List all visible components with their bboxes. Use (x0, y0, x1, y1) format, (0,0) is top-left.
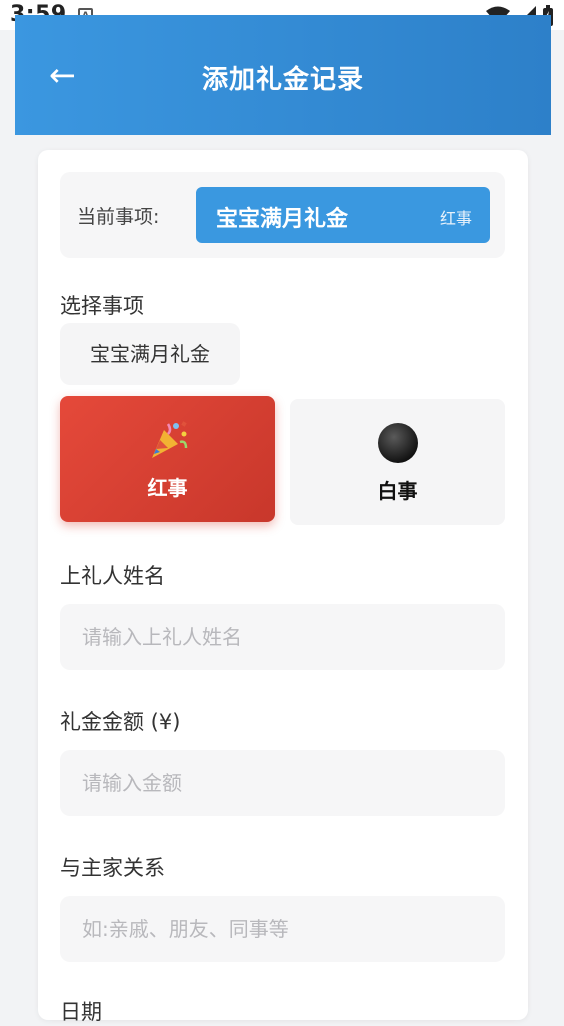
current-event-tag: 红事 (439, 209, 472, 228)
relation-input[interactable] (60, 896, 505, 962)
select-event-label: 选择事项 (60, 294, 144, 318)
relation-label: 与主家关系 (60, 856, 165, 880)
type-white-button[interactable]: 白事 (290, 399, 505, 525)
current-event-pill: 宝宝满月礼金 红事 (196, 187, 490, 243)
amount-label: 礼金金额 (¥) (60, 710, 181, 734)
party-popper-icon (60, 418, 275, 462)
giver-name-label: 上礼人姓名 (60, 564, 165, 588)
amount-input[interactable] (60, 750, 505, 816)
event-chip[interactable]: 宝宝满月礼金 (60, 323, 240, 385)
current-event-name: 宝宝满月礼金 (216, 207, 349, 232)
page-title: 添加礼金记录 (201, 65, 364, 95)
type-red-label: 红事 (147, 476, 188, 500)
form-card: 当前事项: 宝宝满月礼金 红事 选择事项 宝宝满月礼金 红事 白事 上礼人姓名 … (38, 150, 528, 1024)
type-white-label: 白事 (377, 479, 418, 503)
type-red-button[interactable]: 红事 (60, 396, 275, 522)
current-event-panel: 当前事项: 宝宝满月礼金 红事 (60, 172, 505, 258)
date-label: 日期 (60, 1000, 102, 1024)
app-header: ← 添加礼金记录 (15, 15, 551, 135)
giver-name-input[interactable] (60, 604, 505, 670)
current-event-label: 当前事项: (77, 206, 160, 228)
black-circle-icon (290, 421, 505, 465)
